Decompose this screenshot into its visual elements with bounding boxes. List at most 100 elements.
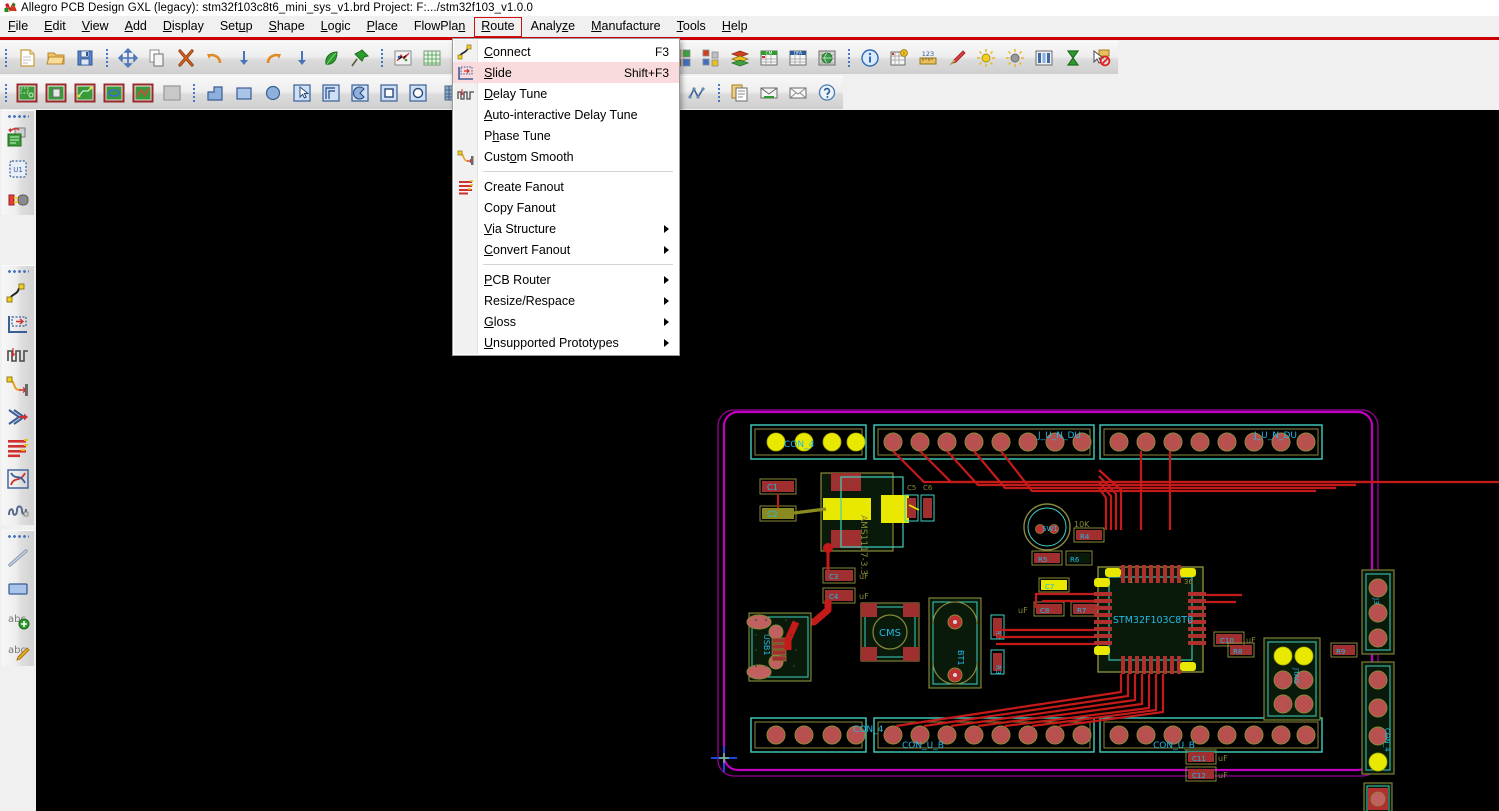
delay-tune-icon[interactable] [4, 339, 32, 370]
menu-item-slide[interactable]: Slide Shift+F3 [453, 62, 679, 83]
slide-icon[interactable] [4, 308, 32, 339]
custom-smooth-icon[interactable] [4, 370, 32, 401]
mail-send-icon[interactable] [756, 81, 781, 106]
shape-rectangle-icon[interactable] [231, 81, 256, 106]
menu-manufacture[interactable]: Manufacture [584, 17, 668, 37]
info-icon[interactable] [857, 46, 882, 71]
toolbar-grip[interactable] [846, 47, 853, 69]
shape-arc-icon[interactable] [347, 81, 372, 106]
menu-place[interactable]: Place [360, 17, 405, 37]
menu-item-via-structure[interactable]: Via Structure [453, 218, 679, 239]
toolbar-grip[interactable] [379, 47, 386, 69]
board-place-icon[interactable] [43, 81, 68, 106]
bars-icon[interactable] [1031, 46, 1056, 71]
menu-file[interactable]: File [1, 17, 35, 37]
copy-icon[interactable] [144, 46, 169, 71]
board-blank-icon[interactable] [159, 81, 184, 106]
component-u1-icon[interactable]: U1 [4, 153, 32, 184]
menu-item-connect[interactable]: Connect F3 [453, 41, 679, 62]
board-route-icon[interactable] [72, 81, 97, 106]
undo-step-icon[interactable] [231, 46, 256, 71]
new-file-icon[interactable] [14, 46, 39, 71]
leaf-icon[interactable] [318, 46, 343, 71]
delete-x-icon[interactable] [173, 46, 198, 71]
help-question-icon[interactable] [814, 81, 839, 106]
edit-text-icon[interactable]: abc [4, 635, 32, 666]
hourglass-icon[interactable] [1060, 46, 1085, 71]
shape-copy-icon[interactable] [318, 81, 343, 106]
save-icon[interactable] [72, 46, 97, 71]
menu-shape[interactable]: Shape [262, 17, 312, 37]
add-rect-icon[interactable] [4, 573, 32, 604]
menu-tools[interactable]: Tools [670, 17, 713, 37]
constraint-manager-icon[interactable]: CM [756, 46, 781, 71]
create-fanout-list-icon[interactable] [4, 432, 32, 463]
pcb-canvas[interactable]: CON_4 J_U_N_DU J_U_N_DU CON_4 CON_U_B CO… [36, 110, 1499, 811]
menu-flowplan[interactable]: FlowPlan [407, 17, 472, 37]
globe-board-icon[interactable] [814, 46, 839, 71]
toolbar-grip[interactable] [3, 47, 10, 69]
board-analyze-icon[interactable] [130, 81, 155, 106]
place-manual-icon[interactable] [4, 122, 32, 153]
menu-add[interactable]: Add [118, 17, 154, 37]
menu-view[interactable]: View [75, 17, 116, 37]
add-line-icon[interactable] [4, 542, 32, 573]
redo-step-icon[interactable] [289, 46, 314, 71]
shape-select-icon[interactable] [289, 81, 314, 106]
toolbar-grip[interactable] [191, 82, 198, 104]
menu-item-resize-respace[interactable]: Resize/Respace [453, 290, 679, 311]
menu-item-convert-fanout[interactable]: Convert Fanout [453, 239, 679, 260]
report-icon[interactable]: i [886, 46, 911, 71]
menu-item-pcb-router[interactable]: PCB Router [453, 269, 679, 290]
menu-item-phase-tune[interactable]: Phase Tune [453, 125, 679, 146]
mail-icon[interactable] [785, 81, 810, 106]
open-folder-icon[interactable] [43, 46, 68, 71]
gloss-icon[interactable] [4, 463, 32, 494]
menu-item-custom-smooth[interactable]: Custom Smooth [453, 146, 679, 167]
add-text-icon[interactable]: abc [4, 604, 32, 635]
shape-polygon-icon[interactable] [202, 81, 227, 106]
toolbar-grip[interactable] [716, 82, 723, 104]
light-off-icon[interactable] [1002, 46, 1027, 71]
color-view-icon[interactable] [390, 46, 415, 71]
subdrawing-icon[interactable] [698, 46, 723, 71]
undo-icon[interactable] [202, 46, 227, 71]
menu-logic[interactable]: Logic [314, 17, 358, 37]
menu-setup[interactable]: Setup [213, 17, 260, 37]
toolbar-grip[interactable] [7, 114, 29, 120]
shape-square-icon[interactable] [376, 81, 401, 106]
toolbar-grip[interactable] [3, 82, 10, 104]
dfa-icon[interactable]: DFA [785, 46, 810, 71]
highlight-icon[interactable] [944, 46, 969, 71]
redo-icon[interactable] [260, 46, 285, 71]
menu-display[interactable]: Display [156, 17, 211, 37]
shape-oval-icon[interactable] [405, 81, 430, 106]
menu-item-create-fanout[interactable]: Create Fanout [453, 176, 679, 197]
menu-item-delay-tune[interactable]: Delay Tune [453, 83, 679, 104]
menu-edit[interactable]: Edit [37, 17, 73, 37]
layers-stack-icon[interactable] [727, 46, 752, 71]
move-icon[interactable] [115, 46, 140, 71]
menu-help[interactable]: Help [715, 17, 755, 37]
swap-icon[interactable] [4, 184, 32, 215]
board-shape-icon[interactable] [101, 81, 126, 106]
grid-toggle-icon[interactable] [419, 46, 444, 71]
add-connect-icon[interactable] [4, 277, 32, 308]
waveform-icon[interactable] [684, 81, 709, 106]
board-geometry-icon[interactable] [14, 81, 39, 106]
shape-circle-icon[interactable] [260, 81, 285, 106]
menu-route[interactable]: Route [474, 16, 522, 37]
menu-item-gloss[interactable]: Gloss [453, 311, 679, 332]
fanout-icon[interactable] [4, 401, 32, 432]
spread-between-voids-icon[interactable] [4, 494, 32, 525]
toolbar-grip[interactable] [104, 47, 111, 69]
copy-docs-icon[interactable] [727, 81, 752, 106]
toolbar-grip[interactable] [7, 269, 29, 275]
menu-analyze[interactable]: Analyze [524, 17, 582, 37]
cursor-disable-icon[interactable] [1089, 46, 1114, 71]
menu-item-auto-interactive-delay-tune[interactable]: Auto-interactive Delay Tune [453, 104, 679, 125]
pin-icon[interactable] [347, 46, 372, 71]
menu-item-copy-fanout[interactable]: Copy Fanout [453, 197, 679, 218]
measure-icon[interactable]: 123 [915, 46, 940, 71]
light-on-icon[interactable] [973, 46, 998, 71]
